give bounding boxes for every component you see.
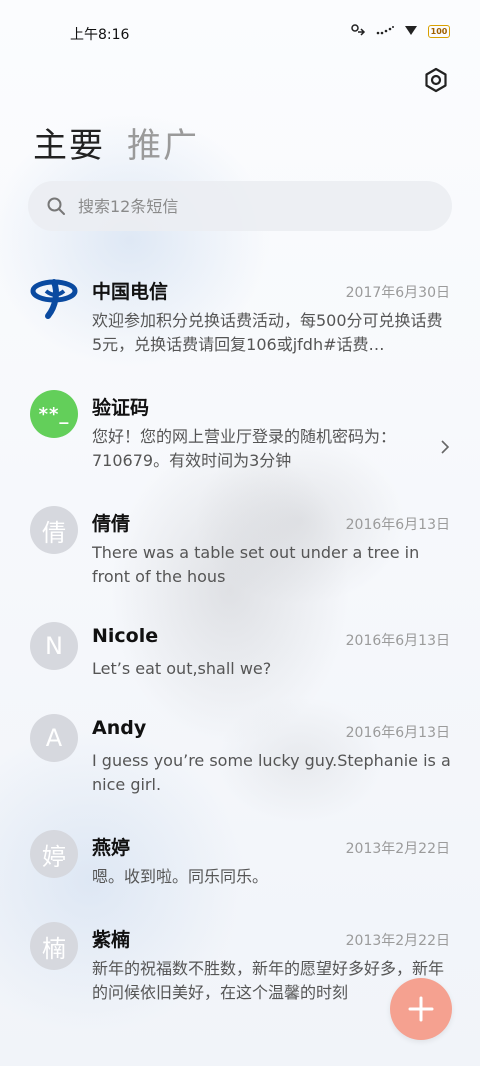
message-preview: There was a table set out under a tree i… (92, 543, 420, 586)
status-bar: 上午8:16 100 (0, 0, 480, 66)
wifi-icon (404, 24, 418, 39)
status-time: 上午8:16 (70, 27, 130, 43)
message-date: 2016年6月13日 (345, 725, 450, 741)
message-preview: 嗯。收到啦。同乐同乐。 (92, 867, 269, 886)
message-date: 2013年2月22日 (345, 933, 450, 949)
message-date: 2016年6月13日 (345, 517, 450, 533)
contact-name: 紫楠 (92, 929, 131, 951)
contact-name: Nicole (92, 625, 159, 647)
search-bar[interactable] (28, 181, 452, 231)
avatar: N (30, 622, 78, 670)
contact-name: Andy (92, 717, 147, 739)
conversation-list: 中国电信 2017年6月30日 欢迎参加积分兑换话费活动，每500分可兑换话费5… (0, 260, 480, 1024)
avatar (30, 274, 78, 322)
signal-dots-icon (376, 25, 394, 38)
contact-name: 燕婷 (92, 837, 131, 859)
avatar: 倩 (30, 506, 78, 554)
tab-bar: 主要 推广 (33, 118, 199, 167)
conversation-row[interactable]: 婷 燕婷 2013年2月22日 嗯。收到啦。同乐同乐。 (0, 816, 480, 908)
battery-icon: 100 (428, 25, 450, 38)
message-date: 2013年2月22日 (345, 841, 450, 857)
conversation-row[interactable]: **_ 验证码 您好！您的网上营业厅登录的随机密码为：710679。有效时间为3… (0, 376, 480, 492)
conversation-row[interactable]: N Nicole 2016年6月13日 Let’s eat out,shall … (0, 608, 480, 700)
search-icon (47, 197, 65, 215)
conversation-row[interactable]: 中国电信 2017年6月30日 欢迎参加积分兑换话费活动，每500分可兑换话费5… (0, 260, 480, 376)
status-icons: 100 (350, 24, 450, 39)
avatar: 楠 (30, 922, 78, 970)
message-date: 2017年6月30日 (345, 285, 450, 301)
conversation-row[interactable]: A Andy 2016年6月13日 I guess you’re some lu… (0, 700, 480, 816)
message-preview: I guess you’re some lucky guy.Stephanie … (92, 751, 451, 794)
contact-name: 倩倩 (92, 513, 131, 535)
contact-name: 中国电信 (92, 281, 169, 303)
message-preview: Let’s eat out,shall we? (92, 659, 272, 678)
message-date: 2016年6月13日 (345, 633, 450, 649)
gear-icon (425, 67, 447, 93)
chevron-right-icon[interactable] (440, 436, 450, 460)
china-telecom-logo-icon (30, 279, 78, 319)
message-preview: 欢迎参加积分兑换话费活动，每500分可兑换话费5元，兑换话费请回复106或jfd… (92, 311, 443, 354)
new-message-button[interactable] (390, 978, 452, 1040)
avatar: **_ (30, 390, 78, 438)
data-saver-icon (350, 24, 366, 39)
search-input[interactable] (76, 195, 440, 217)
settings-button[interactable] (422, 66, 450, 94)
tab-promo[interactable]: 推广 (127, 118, 199, 167)
avatar: A (30, 714, 78, 762)
plus-icon (408, 996, 434, 1022)
contact-name: 验证码 (92, 397, 150, 419)
tab-main[interactable]: 主要 (33, 118, 105, 167)
message-preview: 您好！您的网上营业厅登录的随机密码为：710679。有效时间为3分钟 (92, 427, 397, 470)
avatar: 婷 (30, 830, 78, 878)
conversation-row[interactable]: 倩 倩倩 2016年6月13日 There was a table set ou… (0, 492, 480, 608)
